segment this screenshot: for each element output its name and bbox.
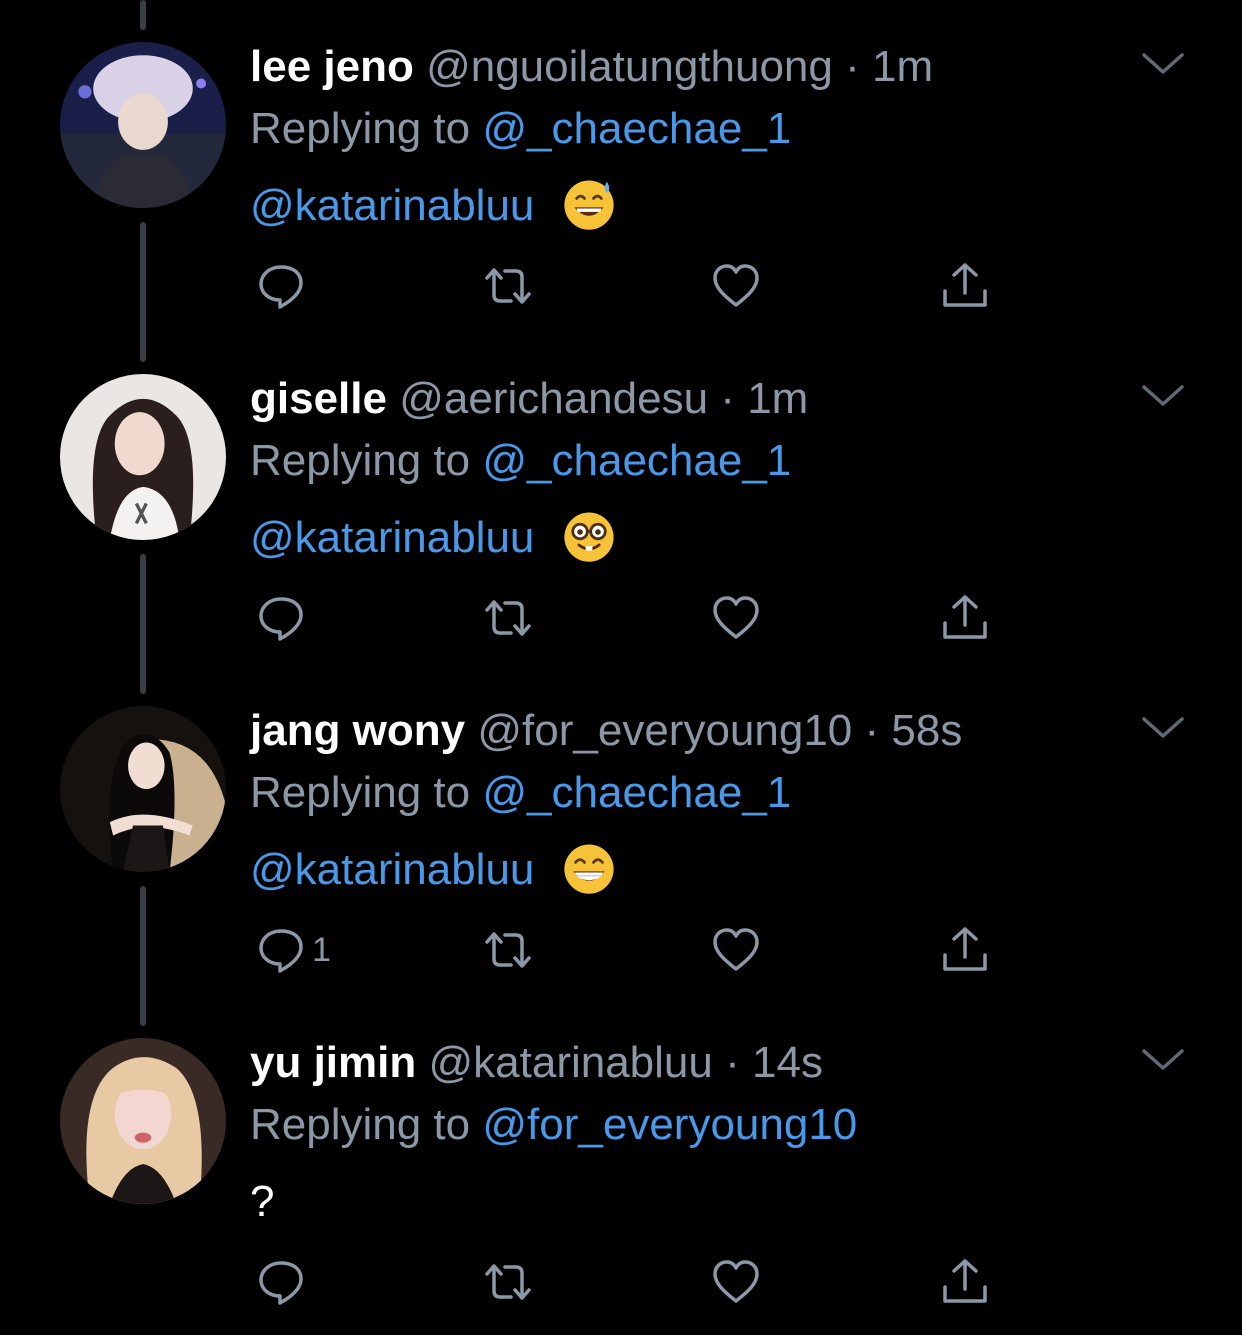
handle[interactable]: @katarinabluu — [428, 1038, 712, 1087]
tweet[interactable]: yu jimin @katarinabluu · 14s Replying to… — [0, 996, 1242, 1328]
reply-button[interactable]: 1 — [256, 922, 331, 978]
replying-to: Replying to @_chaechae_1 — [250, 102, 791, 156]
replying-prefix: Replying to — [250, 436, 471, 485]
action-bar — [0, 258, 1242, 314]
reply-button[interactable] — [256, 1254, 312, 1310]
tweet-text: ? — [250, 1177, 275, 1226]
chevron-down-icon[interactable] — [1140, 382, 1186, 410]
like-icon — [713, 1260, 759, 1303]
like-icon — [713, 596, 759, 639]
replying-to-link[interactable]: @_chaechae_1 — [482, 768, 791, 817]
action-bar — [0, 590, 1242, 646]
display-name[interactable]: giselle — [250, 374, 387, 423]
tweet-body: @katarinabluu — [250, 840, 617, 900]
replying-prefix: Replying to — [250, 104, 471, 153]
chevron-down-icon[interactable] — [1140, 714, 1186, 742]
replying-to: Replying to @_chaechae_1 — [250, 766, 791, 820]
share-button[interactable] — [940, 1254, 990, 1310]
reply-icon — [259, 597, 303, 641]
retweet-icon — [485, 600, 531, 636]
like-button[interactable] — [711, 258, 761, 314]
like-icon — [713, 928, 759, 971]
handle[interactable]: @aerichandesu — [399, 374, 708, 423]
separator-dot: · — [864, 706, 880, 755]
nerd-face-icon — [563, 512, 614, 563]
replying-to: Replying to @for_everyoung10 — [250, 1098, 857, 1152]
tweet-body: ? — [250, 1172, 274, 1232]
like-button[interactable] — [711, 1254, 761, 1310]
avatar-image — [60, 374, 226, 540]
reply-icon — [259, 1261, 303, 1305]
share-button[interactable] — [940, 590, 990, 646]
separator-dot: · — [720, 374, 735, 423]
share-icon — [943, 595, 987, 639]
retweet-icon — [485, 932, 531, 968]
tweet[interactable]: giselle @aerichandesu · 1m Replying to @… — [0, 332, 1242, 664]
chevron-down-icon[interactable] — [1140, 50, 1186, 78]
mention-link[interactable]: @katarinabluu — [250, 181, 534, 230]
display-name[interactable]: lee jeno — [250, 42, 414, 91]
mention-link[interactable]: @katarinabluu — [250, 845, 534, 894]
replying-prefix: Replying to — [250, 768, 471, 817]
avatar[interactable] — [60, 374, 226, 540]
avatar-image — [60, 1038, 226, 1204]
separator-dot: · — [725, 1038, 740, 1087]
tweet-header: yu jimin @katarinabluu · 14s — [250, 1036, 823, 1090]
timestamp[interactable]: 14s — [752, 1038, 823, 1087]
share-button[interactable] — [940, 258, 990, 314]
retweet-button[interactable] — [483, 590, 533, 646]
tweet-body: @katarinabluu — [250, 176, 617, 236]
like-icon — [713, 264, 759, 307]
tweet-header: jang wony @for_everyoung10 · 58s — [250, 704, 962, 758]
mention-link[interactable]: @katarinabluu — [250, 513, 534, 562]
display-name[interactable]: yu jimin — [250, 1038, 416, 1087]
retweet-icon — [485, 1264, 531, 1300]
retweet-button[interactable] — [483, 1254, 533, 1310]
timestamp[interactable]: 1m — [872, 42, 933, 91]
reply-icon — [259, 265, 303, 309]
tweet-header: giselle @aerichandesu · 1m — [250, 372, 808, 426]
like-button[interactable] — [711, 590, 761, 646]
share-icon — [943, 1259, 987, 1303]
tweet-body: @katarinabluu — [250, 508, 617, 568]
replying-to-link[interactable]: @_chaechae_1 — [482, 436, 791, 485]
retweet-icon — [485, 268, 531, 304]
replying-to-link[interactable]: @_chaechae_1 — [482, 104, 791, 153]
chevron-down-icon[interactable] — [1140, 1046, 1186, 1074]
display-name[interactable]: jang wony — [250, 706, 465, 755]
reply-button[interactable] — [256, 258, 312, 314]
avatar[interactable] — [60, 1038, 226, 1204]
tweet[interactable]: jang wony @for_everyoung10 · 58s Replyin… — [0, 664, 1242, 996]
like-button[interactable] — [711, 922, 761, 978]
share-icon — [943, 927, 987, 971]
action-bar: 1 — [0, 922, 1242, 978]
share-icon — [943, 263, 987, 307]
replying-prefix: Replying to — [250, 1100, 471, 1149]
timestamp[interactable]: 1m — [747, 374, 808, 423]
handle[interactable]: @nguoilatungthuong — [426, 42, 833, 91]
tweet-header: lee jeno @nguoilatungthuong · 1m — [250, 40, 933, 94]
tweet[interactable]: lee jeno @nguoilatungthuong · 1m Replyin… — [0, 0, 1242, 332]
beaming-face-icon — [563, 844, 614, 895]
handle[interactable]: @for_everyoung10 — [477, 706, 852, 755]
replying-to: Replying to @_chaechae_1 — [250, 434, 791, 488]
reply-button[interactable] — [256, 590, 312, 646]
replying-to-link[interactable]: @for_everyoung10 — [482, 1100, 857, 1149]
separator-dot: · — [845, 42, 860, 91]
share-button[interactable] — [940, 922, 990, 978]
avatar[interactable] — [60, 706, 226, 872]
reply-count: 1 — [312, 930, 331, 969]
avatar-image — [60, 42, 226, 208]
avatar[interactable] — [60, 42, 226, 208]
reply-icon — [259, 929, 303, 973]
grinning-face-with-sweat-icon — [563, 180, 614, 231]
avatar-image — [60, 706, 226, 872]
retweet-button[interactable] — [483, 258, 533, 314]
retweet-button[interactable] — [483, 922, 533, 978]
timestamp[interactable]: 58s — [891, 706, 962, 755]
action-bar — [0, 1254, 1242, 1310]
